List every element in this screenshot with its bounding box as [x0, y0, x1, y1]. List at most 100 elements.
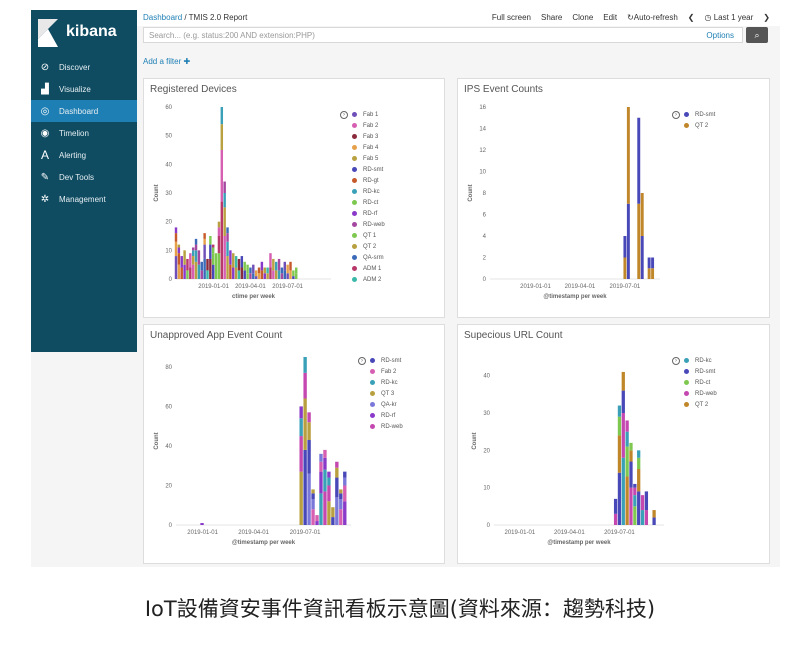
bar[interactable]: [651, 268, 655, 279]
bar[interactable]: [252, 264, 255, 274]
bar[interactable]: [197, 250, 201, 265]
bar[interactable]: [299, 471, 303, 525]
search-bar[interactable]: Search... (e.g. status:200 AND extension…: [143, 27, 743, 43]
bar[interactable]: [189, 253, 192, 268]
bar[interactable]: [315, 515, 319, 522]
legend-item[interactable]: RD-kc: [370, 377, 403, 388]
bar[interactable]: [343, 501, 347, 525]
bar[interactable]: [214, 253, 218, 268]
bar[interactable]: [311, 509, 315, 525]
bar[interactable]: [617, 405, 622, 417]
bar[interactable]: [257, 273, 261, 279]
legend-item[interactable]: QT 3: [370, 388, 403, 399]
bar[interactable]: [180, 256, 183, 268]
bar[interactable]: [260, 270, 264, 279]
bar[interactable]: [339, 489, 343, 494]
bar[interactable]: [246, 264, 249, 274]
legend-item[interactable]: RD-web: [370, 421, 403, 432]
bar[interactable]: [206, 258, 209, 271]
bar[interactable]: [280, 267, 284, 274]
legend-item[interactable]: RD-rf: [352, 208, 385, 219]
time-picker-button[interactable]: ◷ Last 1 year: [705, 13, 754, 22]
bar[interactable]: [640, 495, 645, 511]
bar[interactable]: [299, 418, 303, 437]
bar[interactable]: [203, 233, 206, 239]
legend-item[interactable]: RD-smt: [370, 355, 403, 366]
bar[interactable]: [209, 244, 212, 259]
bar[interactable]: [331, 507, 335, 518]
edit-button[interactable]: Edit: [603, 13, 617, 22]
bar[interactable]: [243, 270, 246, 279]
bar[interactable]: [274, 270, 278, 279]
bar[interactable]: [223, 181, 226, 193]
bar[interactable]: [272, 270, 275, 279]
bar[interactable]: [220, 107, 224, 125]
bar[interactable]: [191, 250, 195, 257]
sidebar-item-timelion[interactable]: ◉ Timelion: [31, 122, 137, 144]
bar[interactable]: [237, 258, 241, 271]
bar[interactable]: [311, 493, 315, 500]
bar[interactable]: [651, 257, 655, 269]
bar[interactable]: [191, 256, 195, 265]
bar[interactable]: [174, 227, 178, 234]
bar[interactable]: [647, 257, 651, 269]
bar[interactable]: [186, 258, 189, 271]
bar[interactable]: [274, 261, 278, 271]
bar[interactable]: [220, 201, 224, 279]
bar[interactable]: [234, 256, 238, 268]
bar[interactable]: [323, 469, 327, 492]
bar[interactable]: [217, 227, 221, 236]
bar[interactable]: [613, 513, 618, 525]
bar[interactable]: [263, 267, 266, 274]
bar[interactable]: [223, 193, 226, 208]
bar[interactable]: [211, 253, 215, 265]
full-screen-button[interactable]: Full screen: [492, 13, 531, 22]
bar[interactable]: [229, 250, 232, 265]
bar[interactable]: [283, 261, 287, 271]
legend-item[interactable]: RD-smt: [352, 164, 385, 175]
bar[interactable]: [299, 436, 303, 472]
bar[interactable]: [625, 420, 629, 432]
bar[interactable]: [629, 442, 633, 451]
bar[interactable]: [194, 261, 198, 279]
bar[interactable]: [186, 270, 189, 279]
bar[interactable]: [626, 107, 630, 204]
clone-button[interactable]: Clone: [572, 13, 593, 22]
legend-item[interactable]: Fab 2: [352, 120, 385, 131]
bar[interactable]: [319, 493, 323, 525]
bar[interactable]: [625, 476, 629, 525]
bar[interactable]: [640, 193, 644, 236]
bar[interactable]: [299, 406, 303, 419]
bar[interactable]: [303, 372, 307, 399]
bar[interactable]: [629, 461, 633, 488]
search-button[interactable]: ⌕: [746, 27, 768, 43]
bar[interactable]: [625, 431, 629, 447]
bar[interactable]: [319, 471, 323, 494]
legend-toggle-icon[interactable]: ›: [672, 111, 680, 119]
bar[interactable]: [226, 227, 229, 234]
bar[interactable]: [240, 267, 244, 279]
bar[interactable]: [177, 244, 181, 248]
bar[interactable]: [323, 449, 327, 458]
auto-refresh-button[interactable]: ↻Auto-refresh: [627, 13, 678, 22]
legend-item[interactable]: QT 2: [684, 120, 715, 131]
bar[interactable]: [626, 203, 630, 279]
bar[interactable]: [232, 253, 235, 268]
bar[interactable]: [640, 236, 644, 279]
legend-toggle-icon[interactable]: ›: [672, 357, 680, 365]
bar[interactable]: [180, 267, 183, 279]
sidebar-item-dashboard[interactable]: ◎ Dashboard: [31, 100, 137, 122]
bar[interactable]: [640, 510, 645, 525]
bar[interactable]: [633, 487, 637, 496]
bar[interactable]: [249, 273, 252, 279]
sidebar-item-dev-tools[interactable]: ✎ Dev Tools: [31, 166, 137, 188]
bar[interactable]: [292, 270, 295, 277]
bar[interactable]: [323, 491, 327, 525]
bar[interactable]: [633, 495, 637, 507]
bar[interactable]: [203, 244, 206, 259]
bar[interactable]: [214, 267, 218, 279]
bar[interactable]: [220, 150, 224, 202]
bar[interactable]: [617, 416, 622, 436]
bar[interactable]: [177, 247, 181, 254]
bar[interactable]: [647, 268, 651, 279]
